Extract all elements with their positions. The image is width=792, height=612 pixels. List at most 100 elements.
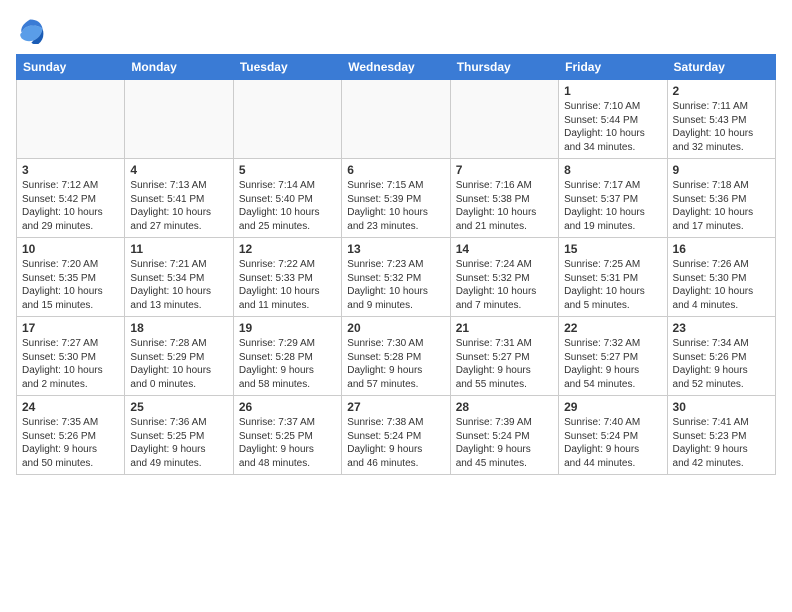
day-info: Sunrise: 7:30 AM Sunset: 5:28 PM Dayligh… xyxy=(347,337,444,391)
day-info: Sunrise: 7:15 AM Sunset: 5:39 PM Dayligh… xyxy=(347,179,444,233)
day-number: 1 xyxy=(564,84,661,98)
day-number: 28 xyxy=(456,400,553,414)
calendar-header-friday: Friday xyxy=(559,55,667,80)
day-number: 20 xyxy=(347,321,444,335)
calendar-cell xyxy=(17,80,125,159)
day-number: 25 xyxy=(130,400,227,414)
calendar-cell: 28 Sunrise: 7:39 AM Sunset: 5:24 PM Dayli… xyxy=(450,396,558,475)
calendar-cell: 24 Sunrise: 7:35 AM Sunset: 5:26 PM Dayli… xyxy=(17,396,125,475)
day-info: Sunrise: 7:11 AM Sunset: 5:43 PM Dayligh… xyxy=(673,100,770,154)
day-info: Sunrise: 7:31 AM Sunset: 5:27 PM Dayligh… xyxy=(456,337,553,391)
calendar-cell: 9Sunrise: 7:18 AM Sunset: 5:36 PM Daylig… xyxy=(667,159,775,238)
page: SundayMondayTuesdayWednesdayThursdayFrid… xyxy=(0,0,792,483)
calendar-cell: 16 Sunrise: 7:26 AM Sunset: 5:30 PM Dayli… xyxy=(667,238,775,317)
day-number: 17 xyxy=(22,321,119,335)
day-info: Sunrise: 7:24 AM Sunset: 5:32 PM Dayligh… xyxy=(456,258,553,312)
day-info: Sunrise: 7:39 AM Sunset: 5:24 PM Dayligh… xyxy=(456,416,553,470)
day-info: Sunrise: 7:41 AM Sunset: 5:23 PM Dayligh… xyxy=(673,416,770,470)
day-number: 12 xyxy=(239,242,336,256)
day-number: 11 xyxy=(130,242,227,256)
day-info: Sunrise: 7:26 AM Sunset: 5:30 PM Dayligh… xyxy=(673,258,770,312)
day-number: 29 xyxy=(564,400,661,414)
day-number: 4 xyxy=(130,163,227,177)
calendar-cell xyxy=(233,80,341,159)
calendar-cell: 27 Sunrise: 7:38 AM Sunset: 5:24 PM Dayli… xyxy=(342,396,450,475)
day-number: 22 xyxy=(564,321,661,335)
day-info: Sunrise: 7:36 AM Sunset: 5:25 PM Dayligh… xyxy=(130,416,227,470)
day-info: Sunrise: 7:16 AM Sunset: 5:38 PM Dayligh… xyxy=(456,179,553,233)
day-number: 15 xyxy=(564,242,661,256)
calendar-week-4: 17 Sunrise: 7:27 AM Sunset: 5:30 PM Dayli… xyxy=(17,317,776,396)
day-info: Sunrise: 7:20 AM Sunset: 5:35 PM Dayligh… xyxy=(22,258,119,312)
calendar-cell: 4 Sunrise: 7:13 AM Sunset: 5:41 PM Daylig… xyxy=(125,159,233,238)
day-number: 18 xyxy=(130,321,227,335)
calendar-cell: 18 Sunrise: 7:28 AM Sunset: 5:29 PM Dayli… xyxy=(125,317,233,396)
day-info: Sunrise: 7:38 AM Sunset: 5:24 PM Dayligh… xyxy=(347,416,444,470)
calendar-cell: 7 Sunrise: 7:16 AM Sunset: 5:38 PM Daylig… xyxy=(450,159,558,238)
day-number: 13 xyxy=(347,242,444,256)
day-number: 3 xyxy=(22,163,119,177)
calendar-cell xyxy=(450,80,558,159)
calendar-header-tuesday: Tuesday xyxy=(233,55,341,80)
day-info: Sunrise: 7:27 AM Sunset: 5:30 PM Dayligh… xyxy=(22,337,119,391)
logo xyxy=(16,16,48,44)
calendar-cell: 5 Sunrise: 7:14 AM Sunset: 5:40 PM Daylig… xyxy=(233,159,341,238)
calendar-week-3: 10 Sunrise: 7:20 AM Sunset: 5:35 PM Dayli… xyxy=(17,238,776,317)
day-number: 26 xyxy=(239,400,336,414)
calendar-cell xyxy=(125,80,233,159)
calendar-cell: 11 Sunrise: 7:21 AM Sunset: 5:34 PM Dayli… xyxy=(125,238,233,317)
day-number: 19 xyxy=(239,321,336,335)
calendar-week-2: 3Sunrise: 7:12 AM Sunset: 5:42 PM Daylig… xyxy=(17,159,776,238)
day-info: Sunrise: 7:13 AM Sunset: 5:41 PM Dayligh… xyxy=(130,179,227,233)
header xyxy=(16,16,776,44)
day-info: Sunrise: 7:37 AM Sunset: 5:25 PM Dayligh… xyxy=(239,416,336,470)
day-info: Sunrise: 7:40 AM Sunset: 5:24 PM Dayligh… xyxy=(564,416,661,470)
day-info: Sunrise: 7:29 AM Sunset: 5:28 PM Dayligh… xyxy=(239,337,336,391)
day-number: 10 xyxy=(22,242,119,256)
day-number: 6 xyxy=(347,163,444,177)
day-info: Sunrise: 7:14 AM Sunset: 5:40 PM Dayligh… xyxy=(239,179,336,233)
day-number: 21 xyxy=(456,321,553,335)
day-info: Sunrise: 7:35 AM Sunset: 5:26 PM Dayligh… xyxy=(22,416,119,470)
calendar: SundayMondayTuesdayWednesdayThursdayFrid… xyxy=(16,54,776,475)
calendar-header-saturday: Saturday xyxy=(667,55,775,80)
day-info: Sunrise: 7:23 AM Sunset: 5:32 PM Dayligh… xyxy=(347,258,444,312)
calendar-cell: 30 Sunrise: 7:41 AM Sunset: 5:23 PM Dayli… xyxy=(667,396,775,475)
calendar-cell: 3Sunrise: 7:12 AM Sunset: 5:42 PM Daylig… xyxy=(17,159,125,238)
calendar-header-sunday: Sunday xyxy=(17,55,125,80)
calendar-header-thursday: Thursday xyxy=(450,55,558,80)
calendar-week-5: 24 Sunrise: 7:35 AM Sunset: 5:26 PM Dayli… xyxy=(17,396,776,475)
calendar-cell: 22Sunrise: 7:32 AM Sunset: 5:27 PM Dayli… xyxy=(559,317,667,396)
day-info: Sunrise: 7:17 AM Sunset: 5:37 PM Dayligh… xyxy=(564,179,661,233)
day-number: 24 xyxy=(22,400,119,414)
logo-icon xyxy=(16,16,44,44)
calendar-header-row: SundayMondayTuesdayWednesdayThursdayFrid… xyxy=(17,55,776,80)
calendar-week-1: 1Sunrise: 7:10 AM Sunset: 5:44 PM Daylig… xyxy=(17,80,776,159)
calendar-cell: 23 Sunrise: 7:34 AM Sunset: 5:26 PM Dayli… xyxy=(667,317,775,396)
day-number: 16 xyxy=(673,242,770,256)
day-number: 30 xyxy=(673,400,770,414)
day-number: 8 xyxy=(564,163,661,177)
day-info: Sunrise: 7:22 AM Sunset: 5:33 PM Dayligh… xyxy=(239,258,336,312)
day-info: Sunrise: 7:28 AM Sunset: 5:29 PM Dayligh… xyxy=(130,337,227,391)
calendar-cell: 6 Sunrise: 7:15 AM Sunset: 5:39 PM Daylig… xyxy=(342,159,450,238)
day-info: Sunrise: 7:21 AM Sunset: 5:34 PM Dayligh… xyxy=(130,258,227,312)
day-number: 23 xyxy=(673,321,770,335)
day-info: Sunrise: 7:25 AM Sunset: 5:31 PM Dayligh… xyxy=(564,258,661,312)
calendar-cell: 21 Sunrise: 7:31 AM Sunset: 5:27 PM Dayli… xyxy=(450,317,558,396)
calendar-cell: 12 Sunrise: 7:22 AM Sunset: 5:33 PM Dayli… xyxy=(233,238,341,317)
day-number: 7 xyxy=(456,163,553,177)
day-number: 27 xyxy=(347,400,444,414)
day-info: Sunrise: 7:34 AM Sunset: 5:26 PM Dayligh… xyxy=(673,337,770,391)
calendar-cell: 20 Sunrise: 7:30 AM Sunset: 5:28 PM Dayli… xyxy=(342,317,450,396)
calendar-cell: 13 Sunrise: 7:23 AM Sunset: 5:32 PM Dayli… xyxy=(342,238,450,317)
calendar-cell: 10 Sunrise: 7:20 AM Sunset: 5:35 PM Dayli… xyxy=(17,238,125,317)
calendar-cell xyxy=(342,80,450,159)
day-number: 14 xyxy=(456,242,553,256)
day-number: 9 xyxy=(673,163,770,177)
calendar-cell: 14 Sunrise: 7:24 AM Sunset: 5:32 PM Dayli… xyxy=(450,238,558,317)
calendar-cell: 19 Sunrise: 7:29 AM Sunset: 5:28 PM Dayli… xyxy=(233,317,341,396)
calendar-header-wednesday: Wednesday xyxy=(342,55,450,80)
calendar-cell: 1Sunrise: 7:10 AM Sunset: 5:44 PM Daylig… xyxy=(559,80,667,159)
day-number: 5 xyxy=(239,163,336,177)
